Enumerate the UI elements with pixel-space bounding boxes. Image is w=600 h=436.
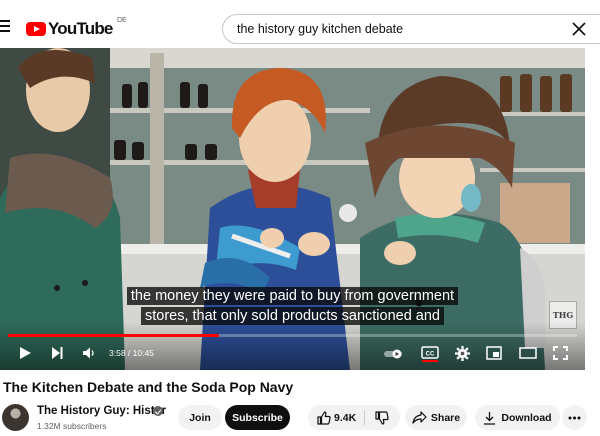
video-title: The Kitchen Debate and the Soda Pop Navy	[3, 379, 294, 395]
download-label: Download	[501, 411, 552, 424]
video-player[interactable]: the money they were paid to buy from gov…	[0, 48, 585, 370]
thumbs-up-icon	[317, 410, 331, 425]
theater-icon[interactable]	[519, 346, 537, 360]
autoplay-toggle-icon[interactable]	[384, 349, 404, 359]
fullscreen-icon[interactable]	[553, 346, 568, 360]
like-button[interactable]: 9.4K	[317, 410, 357, 425]
youtube-play-badge-icon	[26, 22, 46, 36]
time-display: 3:58 / 10:45	[109, 348, 154, 358]
subscribe-button[interactable]: Subscribe	[225, 405, 290, 430]
share-label: Share	[430, 411, 461, 424]
volume-icon[interactable]	[82, 346, 96, 360]
more-horizontal-icon	[568, 416, 581, 419]
join-label: Join	[189, 411, 211, 424]
channel-avatar[interactable]	[2, 404, 29, 431]
play-icon[interactable]	[18, 346, 32, 360]
captions-icon[interactable]: CC	[421, 346, 439, 362]
caption-line: the money they were paid to buy from gov…	[0, 286, 585, 306]
masthead: YouTube DE the history guy kitchen debat…	[0, 0, 600, 48]
subscriber-count: 1.32M subscribers	[37, 421, 107, 431]
hamburger-menu-icon[interactable]	[0, 20, 12, 32]
download-button[interactable]: Download	[475, 405, 560, 430]
settings-icon[interactable]	[455, 346, 470, 361]
clear-search-icon[interactable]	[571, 21, 587, 37]
like-dislike-group: 9.4K	[308, 405, 400, 430]
more-actions-button[interactable]	[562, 405, 587, 430]
subscribe-label: Subscribe	[232, 411, 283, 424]
country-code: DE	[117, 17, 127, 24]
search-query-text: the history guy kitchen debate	[237, 22, 404, 36]
verified-badge-icon	[153, 406, 163, 416]
svg-text:CC: CC	[426, 352, 435, 358]
share-arrow-icon	[412, 411, 427, 424]
channel-name[interactable]: The History Guy: Histor	[37, 405, 166, 417]
caption-text: the money they were paid to buy from gov…	[126, 287, 459, 305]
youtube-logo[interactable]: YouTube DE	[26, 17, 127, 39]
progress-played	[8, 334, 219, 337]
search-input[interactable]: the history guy kitchen debate	[222, 14, 600, 44]
download-icon	[484, 411, 496, 425]
share-button[interactable]: Share	[405, 405, 467, 430]
miniplayer-icon[interactable]	[486, 346, 502, 360]
thumbs-down-icon[interactable]	[375, 411, 389, 425]
next-icon[interactable]	[50, 346, 64, 360]
logo-text: YouTube	[48, 19, 113, 38]
like-divider	[364, 410, 365, 425]
join-button[interactable]: Join	[178, 405, 222, 430]
progress-bar[interactable]	[8, 334, 577, 337]
like-count: 9.4K	[334, 411, 357, 424]
